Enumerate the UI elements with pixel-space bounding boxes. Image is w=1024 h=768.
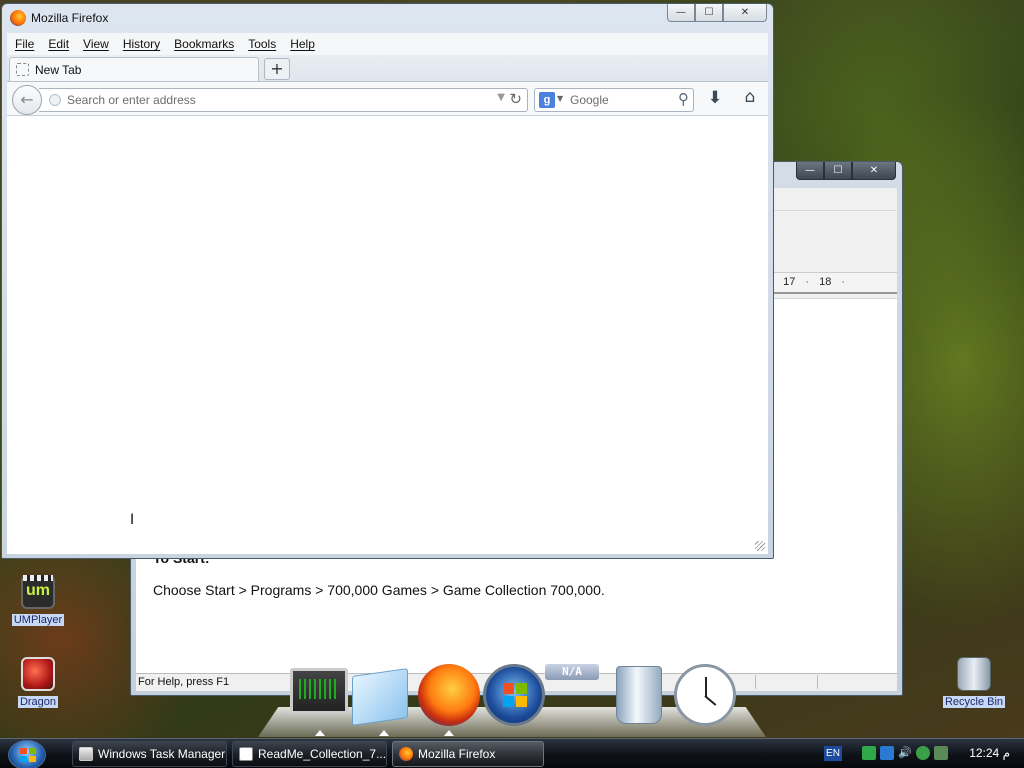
url-placeholder: Search or enter address — [67, 93, 196, 107]
document-text: Choose Start > Programs > 700,000 Games … — [153, 582, 605, 598]
firefox-icon — [10, 10, 26, 26]
minimize-button[interactable]: — — [667, 4, 695, 22]
search-placeholder: Google — [570, 93, 609, 107]
close-button[interactable]: ✕ — [723, 4, 767, 22]
taskbar: Windows Task Manager ReadMe_Collection_7… — [0, 738, 1024, 768]
menu-history[interactable]: History — [123, 37, 160, 51]
new-tab-button[interactable]: + — [264, 58, 290, 80]
resize-grip[interactable] — [755, 541, 765, 551]
running-indicator — [315, 730, 325, 736]
page-content[interactable]: I — [7, 116, 768, 554]
windows-start-icon[interactable] — [483, 664, 545, 726]
maximize-button[interactable]: ☐ — [695, 4, 723, 22]
ruler-number: 18 — [819, 276, 832, 288]
menu-help[interactable]: Help — [290, 37, 315, 51]
firefox-titlebar[interactable]: Mozilla Firefox — ☐ ✕ — [2, 4, 773, 34]
menu-bookmarks[interactable]: Bookmarks — [174, 37, 234, 51]
running-indicator — [444, 730, 454, 736]
umplayer-icon: um — [21, 575, 55, 609]
menu-edit[interactable]: Edit — [48, 37, 69, 51]
notepad-icon[interactable] — [352, 668, 408, 726]
engine-dropdown-icon[interactable]: ▼ — [557, 94, 563, 103]
firefox-window[interactable]: Mozilla Firefox — ☐ ✕ File Edit View His… — [1, 3, 774, 559]
minimize-button[interactable]: — — [796, 162, 824, 180]
url-bar[interactable]: Search or enter address ▼ ↻ — [39, 88, 528, 112]
tab-label: New Tab — [35, 63, 82, 77]
download-icon[interactable]: ⬇ — [704, 88, 726, 110]
navigation-toolbar: Search or enter address ▼ ↻ ← g ▼ Google… — [7, 81, 768, 116]
dragon-icon — [21, 657, 55, 691]
recycle-bin-icon — [957, 657, 991, 691]
firefox-dock-icon[interactable] — [418, 664, 480, 726]
taskbar-button-label: Mozilla Firefox — [418, 747, 496, 761]
clock-icon[interactable] — [674, 664, 736, 726]
start-button[interactable] — [8, 740, 46, 768]
menu-bar: File Edit View History Bookmarks Tools H… — [7, 33, 768, 55]
reload-icon[interactable]: ↻ — [509, 90, 522, 108]
system-tray: EN 🔊 12:24 م — [824, 739, 1024, 768]
taskbar-button-task-manager[interactable]: Windows Task Manager — [72, 741, 227, 767]
text-cursor-icon: I — [130, 512, 135, 528]
document-icon — [239, 747, 253, 761]
desktop-icon-label: Dragon — [17, 696, 59, 708]
language-indicator[interactable]: EN — [824, 746, 842, 761]
maximize-button[interactable]: ☐ — [824, 162, 852, 180]
search-icon[interactable]: ⚲ — [678, 90, 689, 108]
menu-tools[interactable]: Tools — [248, 37, 276, 51]
status-text: For Help, press F1 — [138, 676, 230, 688]
security-icon[interactable] — [916, 746, 930, 760]
task-manager-icon — [79, 747, 93, 761]
url-dropdown-icon[interactable]: ▼ — [497, 92, 505, 103]
taskbar-button-readme[interactable]: ReadMe_Collection_7... — [232, 741, 387, 767]
window-title: Mozilla Firefox — [31, 11, 109, 25]
search-bar[interactable]: g ▼ Google ⚲ — [534, 88, 694, 112]
tray-app-icon[interactable] — [862, 746, 876, 760]
taskbar-button-firefox[interactable]: Mozilla Firefox — [392, 741, 544, 767]
globe-icon — [49, 94, 61, 106]
running-indicator — [379, 730, 389, 736]
ruler-number: 17 — [783, 276, 796, 288]
tray-app-icon[interactable] — [880, 746, 894, 760]
desktop-icon-recycle-bin[interactable]: Recycle Bin — [942, 657, 1006, 708]
network-icon[interactable] — [934, 746, 948, 760]
desktop-icon-label: UMPlayer — [11, 614, 65, 626]
taskbar-button-label: Windows Task Manager — [98, 747, 226, 761]
close-button[interactable]: ✕ — [852, 162, 896, 180]
back-button[interactable]: ← — [12, 85, 42, 115]
recycle-bin-dock-icon[interactable] — [616, 666, 662, 724]
menu-file[interactable]: File — [15, 37, 34, 51]
blank-page-icon — [16, 63, 29, 76]
task-manager-icon[interactable] — [290, 668, 348, 714]
volume-icon[interactable]: 🔊 — [898, 746, 912, 760]
tab-bar: New Tab + — [7, 55, 768, 81]
clock[interactable]: 12:24 م — [969, 746, 1010, 760]
na-badge: N/A — [545, 664, 599, 680]
firefox-icon — [399, 747, 413, 761]
desktop-icon-label: Recycle Bin — [942, 696, 1006, 708]
home-icon[interactable]: ⌂ — [738, 87, 762, 111]
google-icon[interactable]: g — [539, 92, 555, 108]
tab-new-tab[interactable]: New Tab — [9, 57, 259, 81]
menu-view[interactable]: View — [83, 37, 109, 51]
desktop-icon-umplayer[interactable]: um UMPlayer — [6, 575, 70, 626]
taskbar-button-label: ReadMe_Collection_7... — [258, 747, 387, 761]
desktop-icon-dragon[interactable]: Dragon — [6, 657, 70, 708]
